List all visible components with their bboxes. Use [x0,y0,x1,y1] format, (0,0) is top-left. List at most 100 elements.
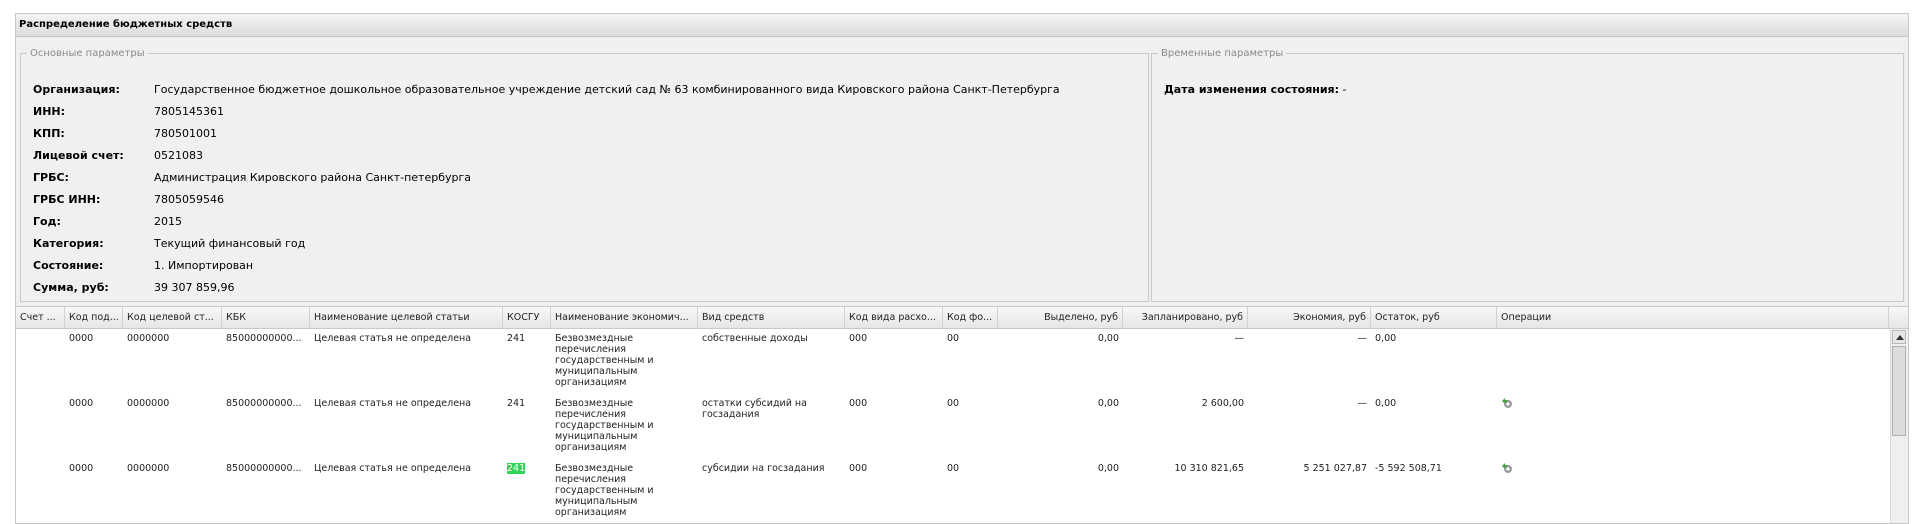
param-row: Состояние: 1. Импортирован [33,259,1133,273]
state-change-date-label: Дата изменения состояния: [1164,83,1340,96]
main-params-legend: Основные параметры [30,48,145,59]
param-label: Сумма, руб: [33,281,109,294]
column-header[interactable]: Наименование целевой статьи [310,307,503,328]
state-change-date: Дата изменения состояния: - [1164,83,1347,96]
time-params-legend: Временные параметры [1161,48,1284,59]
cell-ostatok: 0,00 [1375,398,1397,409]
cell-naim_ek: Безвозмездные перечисления государственн… [555,398,654,453]
param-label: ГРБС ИНН: [33,193,101,206]
cell-naim_cel: Целевая статья не определена [314,463,472,474]
cell-kod_vida: 000 [849,463,868,474]
cell-kod_vida: 000 [849,398,868,409]
param-value: 2015 [154,215,182,228]
cell-kod_vida: 000 [849,333,868,344]
param-label: Организация: [33,83,120,96]
cell-kod_cel: 0000000 [127,333,170,344]
cell-kbk: 85000000000... [226,333,302,344]
grid-scrollbar[interactable] [1890,329,1908,523]
cell-kod_pod: 0000 [69,333,94,344]
column-header[interactable]: Код фо... [943,307,998,328]
panel-title: Распределение бюджетных средств [16,14,1908,37]
kosgu-highlight: 241 [507,463,526,474]
budget-distribution-panel: Распределение бюджетных средств Основные… [15,13,1909,524]
column-header[interactable]: Наименование экономич... [551,307,698,328]
param-row: Год: 2015 [33,215,1133,229]
cell-naim_cel: Целевая статья не определена [314,398,472,409]
cell-vid: собственные доходы [702,333,808,344]
param-row: Лицевой счет: 0521083 [33,149,1133,163]
scroll-thumb[interactable] [1892,346,1906,436]
param-value: 780501001 [154,127,217,140]
cell-naim_ek: Безвозмездные перечисления государственн… [555,463,654,518]
cell-kod_cel: 0000000 [127,463,170,474]
column-header[interactable]: КОСГУ [503,307,551,328]
column-header[interactable]: Остаток, руб [1371,307,1497,328]
scroll-up-button[interactable] [1892,330,1906,344]
column-header[interactable]: Счет ... [16,307,65,328]
param-row: ГРБС: Администрация Кировского района Сан… [33,171,1133,185]
cell-vid: субсидии на госзадания [702,463,825,474]
cell-kosgu: 241 [503,463,551,474]
param-row: Организация: Государственное бюджетное до… [33,83,1133,97]
gear-refresh-icon[interactable] [1501,462,1513,474]
param-label: Лицевой счет: [33,149,124,162]
table-row[interactable]: 0000 0000000 85000000000... Целевая статья … [16,459,1889,523]
cell-zapl: 2 600,00 [1201,398,1244,409]
param-label: ИНН: [33,105,66,118]
param-value: Администрация Кировского района Санкт-пе… [154,171,472,184]
cell-kod_fo: 00 [947,333,960,344]
cell-kbk: 85000000000... [226,398,302,409]
param-label: ГРБС: [33,171,69,184]
cell-kosgu: 241 [507,333,526,344]
cell-vydeleno: 0,00 [1097,463,1119,474]
column-header[interactable]: Код под... [65,307,123,328]
column-header[interactable]: Запланировано, руб [1123,307,1248,328]
cell-ostatok: -5 592 508,71 [1375,463,1442,474]
param-label: Состояние: [33,259,104,272]
cell-ekon: 5 251 027,87 [1303,463,1367,474]
column-header[interactable]: Операции [1497,307,1889,328]
cell-zapl: — [1234,333,1245,344]
main-params-fieldset: Основные параметры Организация: Государст… [20,48,1149,302]
param-row: ГРБС ИНН: 7805059546 [33,193,1133,207]
cell-ekon: — [1357,398,1368,409]
cell-ekon: — [1357,333,1368,344]
column-header[interactable]: Код вида расхо... [845,307,943,328]
table-row[interactable]: 0000 0000000 85000000000... Целевая статья … [16,394,1889,460]
grid-header: Счет ... Код под... Код целевой ст... КБК На… [16,307,1908,329]
cell-zapl: 10 310 821,65 [1174,463,1244,474]
time-params-fieldset: Временные параметры Дата изменения состо… [1151,48,1904,302]
param-value: 0521083 [154,149,203,162]
cell-ostatok: 0,00 [1375,333,1397,344]
table-row[interactable]: 0000 0000000 85000000000... Целевая статья … [16,329,1889,395]
cell-vid: остатки субсидий на госзадания [702,398,807,420]
cell-kod_fo: 00 [947,463,960,474]
param-row: Категория: Текущий финансовый год [33,237,1133,251]
column-header[interactable]: Выделено, руб [998,307,1123,328]
budget-grid: Счет ... Код под... Код целевой ст... КБК На… [16,306,1908,523]
column-header[interactable]: Экономия, руб [1248,307,1371,328]
state-change-date-value: - [1342,83,1347,96]
gear-refresh-icon[interactable] [1501,397,1513,409]
param-row: Сумма, руб: 39 307 859,96 [33,281,1133,295]
param-value: Государственное бюджетное дошкольное обр… [154,83,1060,96]
param-label: Год: [33,215,61,228]
column-header[interactable]: Код целевой ст... [123,307,222,328]
param-row: КПП: 780501001 [33,127,1133,141]
param-row: ИНН: 7805145361 [33,105,1133,119]
param-value: 39 307 859,96 [154,281,235,294]
column-header[interactable]: КБК [222,307,310,328]
param-value: Текущий финансовый год [154,237,306,250]
cell-kod_cel: 0000000 [127,398,170,409]
param-label: Категория: [33,237,104,250]
param-value: 7805145361 [154,105,224,118]
cell-kosgu: 241 [507,398,526,409]
cell-kod_pod: 0000 [69,463,94,474]
param-value: 7805059546 [154,193,224,206]
cell-kod_pod: 0000 [69,398,94,409]
cell-naim_ek: Безвозмездные перечисления государственн… [555,333,654,388]
cell-naim_cel: Целевая статья не определена [314,333,472,344]
cell-kbk: 85000000000... [226,463,302,474]
cell-vydeleno: 0,00 [1097,398,1119,409]
column-header[interactable]: Вид средств [698,307,845,328]
